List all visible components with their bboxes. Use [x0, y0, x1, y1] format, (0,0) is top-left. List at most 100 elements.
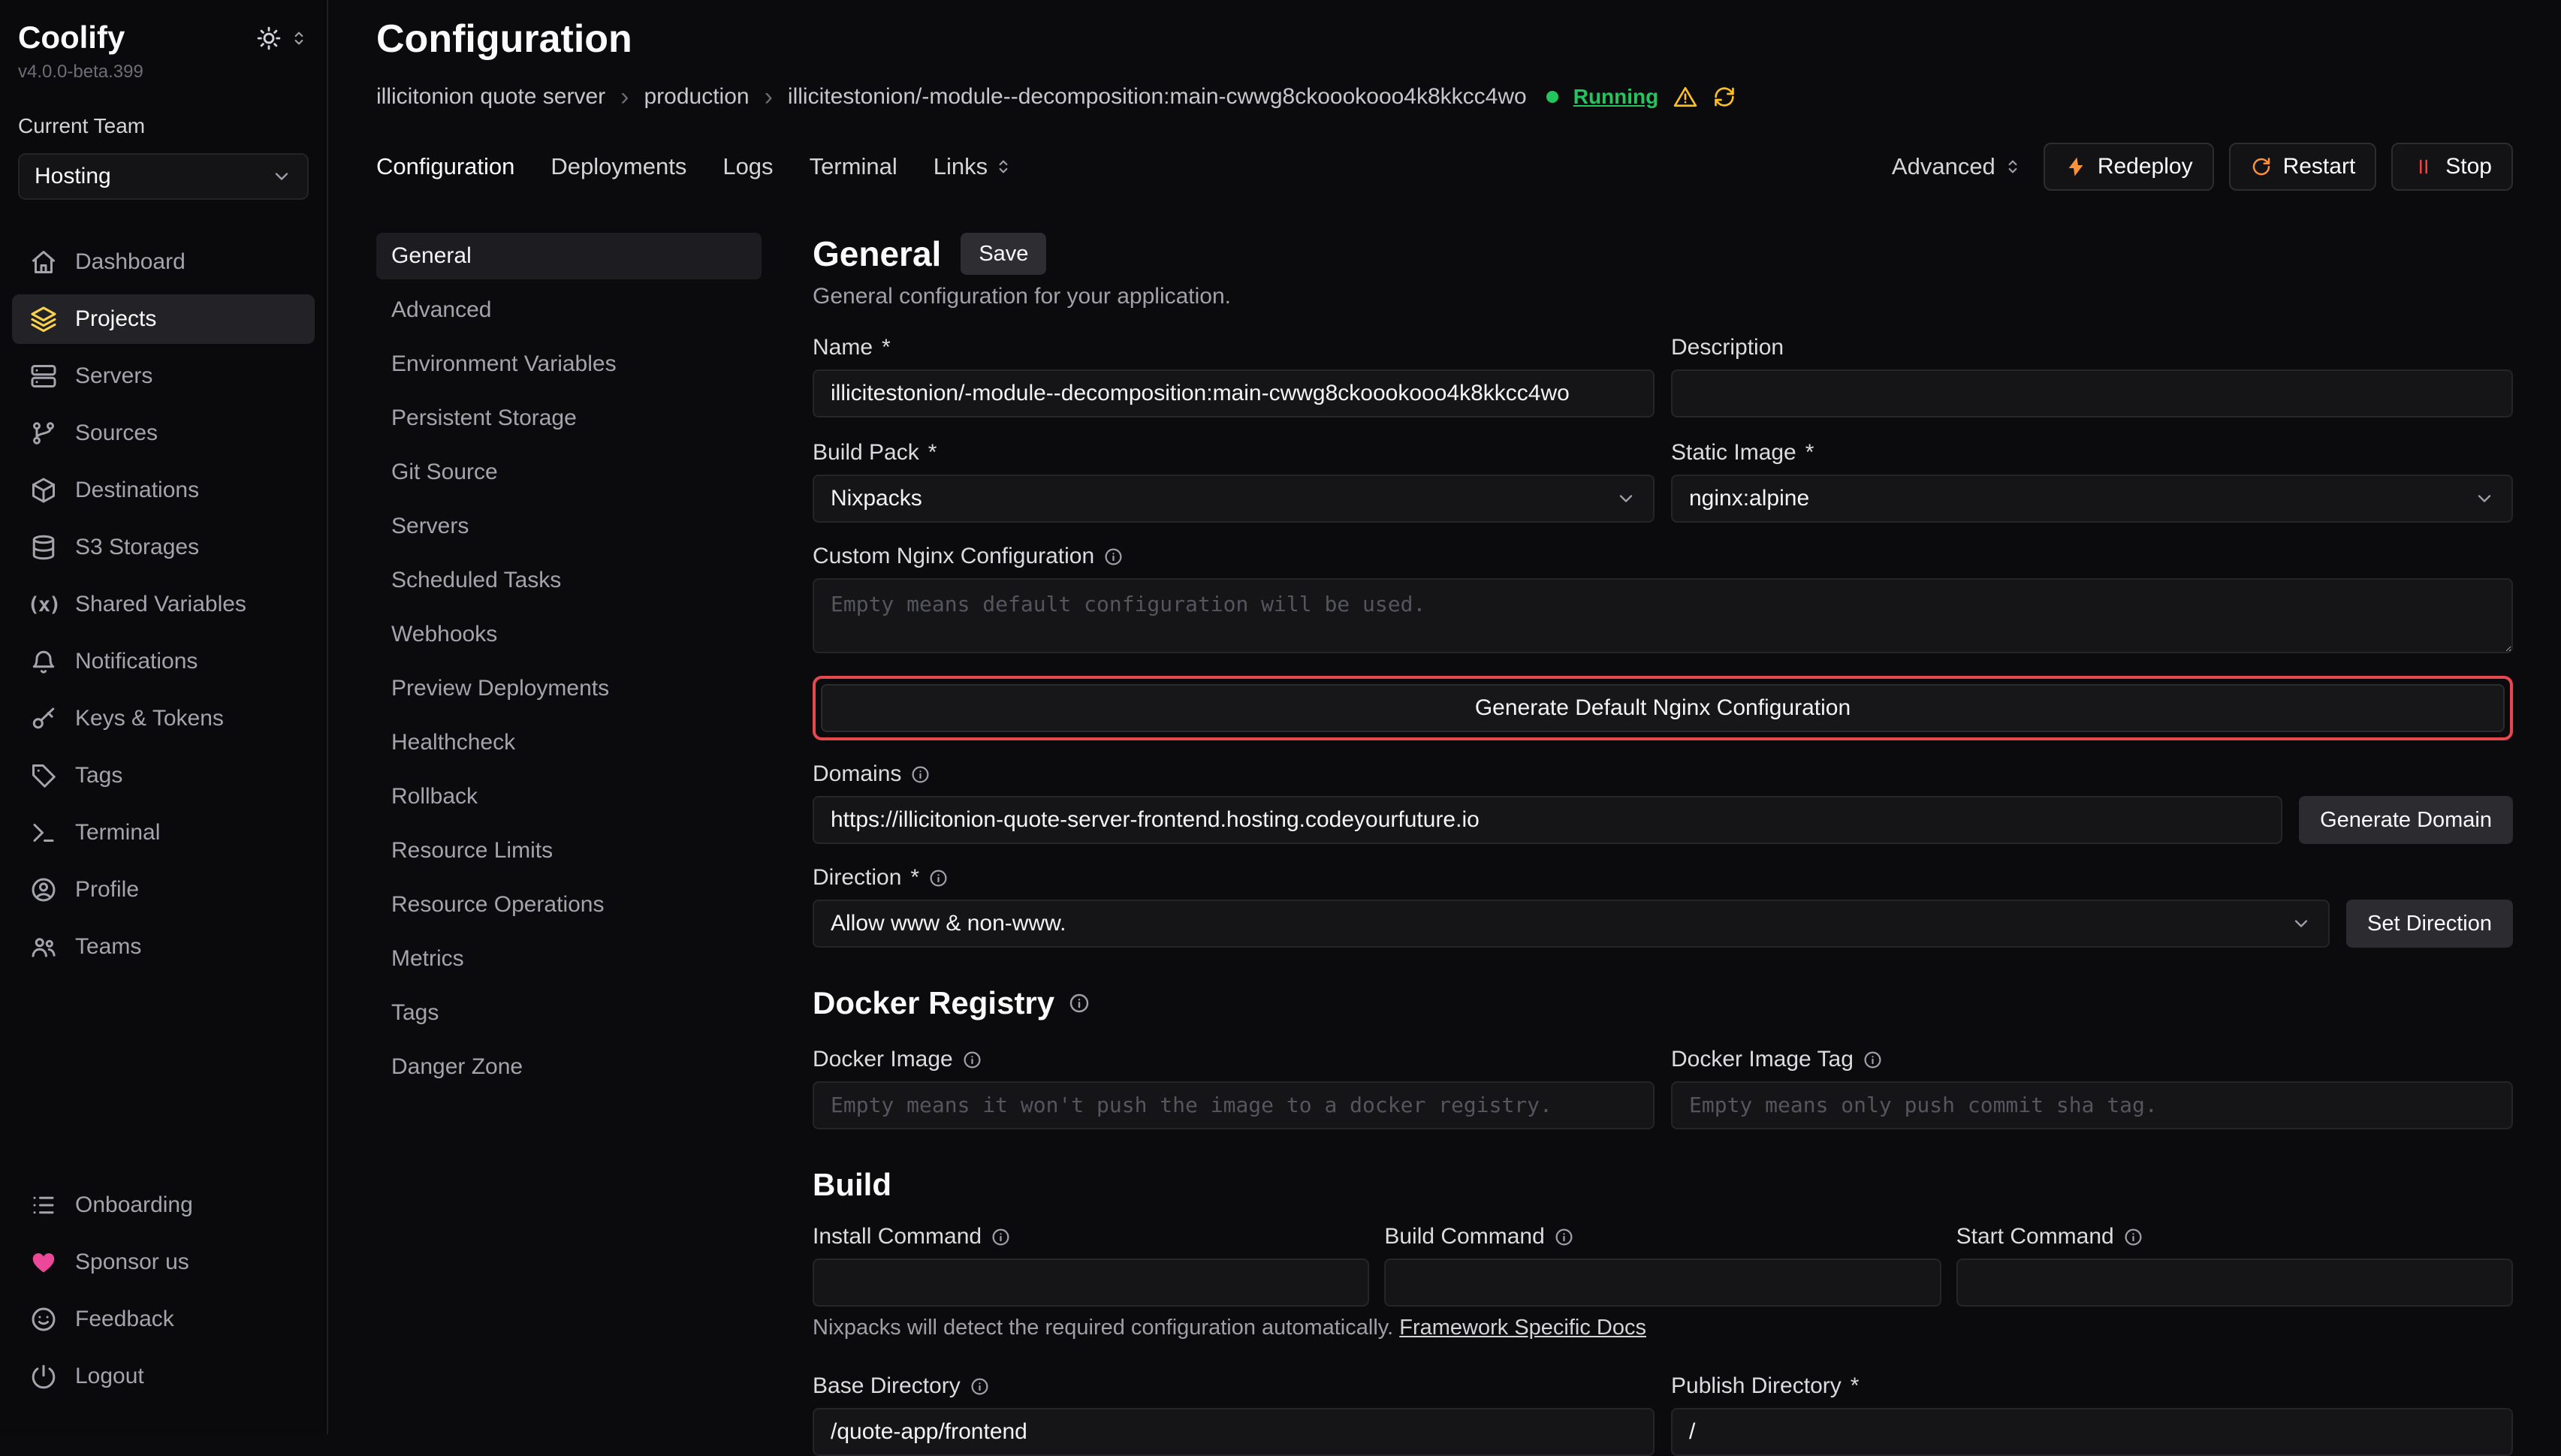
- save-button[interactable]: Save: [961, 233, 1046, 275]
- sidebar-item-label: Sources: [75, 421, 158, 446]
- direction-select[interactable]: Allow www & non-www.: [813, 900, 2330, 948]
- subnav-item-scheduled-tasks[interactable]: Scheduled Tasks: [376, 557, 762, 604]
- description-input[interactable]: [1671, 369, 2513, 418]
- info-icon[interactable]: [962, 1050, 982, 1070]
- subnav-item-danger-zone[interactable]: Danger Zone: [376, 1044, 762, 1090]
- sidebar-nav: Dashboard Projects Servers Sources Destinati…: [0, 237, 327, 1180]
- sidebar-item-onboarding[interactable]: Onboarding: [12, 1180, 315, 1230]
- sidebar-item-label: Feedback: [75, 1307, 174, 1332]
- sidebar-item-sponsor-us[interactable]: Sponsor us: [12, 1237, 315, 1287]
- feedback-icon: [30, 1306, 57, 1333]
- sidebar-item-profile[interactable]: Profile: [12, 865, 315, 915]
- tab-logs[interactable]: Logs: [722, 153, 773, 180]
- base-directory-input[interactable]: [813, 1408, 1655, 1456]
- sidebar-item-s3-storages[interactable]: S3 Storages: [12, 523, 315, 572]
- info-icon[interactable]: [991, 1227, 1011, 1247]
- tab-terminal[interactable]: Terminal: [810, 153, 897, 180]
- static-image-label: Static Image*: [1671, 440, 2513, 466]
- warning-icon[interactable]: [1673, 85, 1697, 109]
- breadcrumb-item[interactable]: production: [644, 84, 749, 110]
- subnav-item-metrics[interactable]: Metrics: [376, 936, 762, 982]
- subnav-item-servers[interactable]: Servers: [376, 503, 762, 550]
- sidebar-item-tags[interactable]: Tags: [12, 751, 315, 800]
- subnav-item-resource-operations[interactable]: Resource Operations: [376, 882, 762, 928]
- static-image-select[interactable]: nginx:alpine: [1671, 475, 2513, 523]
- info-icon[interactable]: [1068, 992, 1090, 1014]
- build-pack-label: Build Pack*: [813, 440, 1655, 466]
- restart-icon: [2250, 155, 2273, 178]
- info-icon[interactable]: [928, 868, 949, 888]
- subnav-item-healthcheck[interactable]: Healthcheck: [376, 719, 762, 766]
- sidebar-item-teams[interactable]: Teams: [12, 922, 315, 972]
- version-chevrons-icon[interactable]: [289, 29, 309, 48]
- required-asterisk: *: [910, 865, 919, 891]
- current-team-label: Current Team: [18, 114, 309, 138]
- install-command-input[interactable]: [813, 1259, 1369, 1307]
- info-icon[interactable]: [1863, 1050, 1883, 1070]
- redeploy-button[interactable]: Redeploy: [2044, 143, 2214, 191]
- sidebar-item-shared-variables[interactable]: (x)Shared Variables: [12, 580, 315, 629]
- layers-icon: [30, 306, 57, 333]
- generate-nginx-config-button[interactable]: Generate Default Nginx Configuration: [821, 684, 2505, 732]
- generate-domain-button[interactable]: Generate Domain: [2299, 796, 2513, 844]
- info-icon[interactable]: [910, 764, 931, 785]
- sidebar-item-terminal[interactable]: Terminal: [12, 808, 315, 858]
- sidebar-item-destinations[interactable]: Destinations: [12, 466, 315, 515]
- status-running-link[interactable]: Running: [1573, 85, 1659, 109]
- content: General Advanced Environment Variables Pers…: [376, 233, 2513, 1434]
- sidebar-item-dashboard[interactable]: Dashboard: [12, 237, 315, 287]
- advanced-dropdown[interactable]: Advanced: [1892, 153, 2023, 180]
- framework-docs-link[interactable]: Framework Specific Docs: [1399, 1316, 1646, 1340]
- publish-directory-input[interactable]: [1671, 1408, 2513, 1456]
- breadcrumb-separator: ›: [765, 84, 773, 110]
- subnav-item-resource-limits[interactable]: Resource Limits: [376, 827, 762, 874]
- sidebar-item-label: Onboarding: [75, 1192, 193, 1218]
- restart-button[interactable]: Restart: [2229, 143, 2377, 191]
- subnav-item-preview-deployments[interactable]: Preview Deployments: [376, 665, 762, 712]
- domains-input[interactable]: [813, 796, 2282, 844]
- subnav-item-persistent-storage[interactable]: Persistent Storage: [376, 395, 762, 442]
- stop-button[interactable]: Stop: [2391, 143, 2513, 191]
- breadcrumb-item[interactable]: illicitonion quote server: [376, 84, 605, 110]
- subnav-item-tags[interactable]: Tags: [376, 990, 762, 1036]
- tab-links[interactable]: Links: [934, 153, 1013, 180]
- subnav-item-advanced[interactable]: Advanced: [376, 287, 762, 333]
- sync-icon[interactable]: [1712, 85, 1736, 109]
- subnav-item-git-source[interactable]: Git Source: [376, 449, 762, 496]
- subnav-item-webhooks[interactable]: Webhooks: [376, 611, 762, 658]
- terminal-icon: [30, 819, 57, 846]
- sidebar-item-servers[interactable]: Servers: [12, 351, 315, 401]
- set-direction-button[interactable]: Set Direction: [2346, 900, 2513, 948]
- info-icon[interactable]: [1103, 547, 1124, 567]
- sidebar-item-keys-tokens[interactable]: Keys & Tokens: [12, 694, 315, 743]
- info-icon[interactable]: [970, 1376, 990, 1397]
- docker-image-input[interactable]: [813, 1081, 1655, 1129]
- theme-toggle-icon[interactable]: [256, 26, 282, 51]
- start-command-input[interactable]: [1956, 1259, 2513, 1307]
- team-select[interactable]: Hosting: [18, 153, 309, 200]
- build-pack-select[interactable]: Nixpacks: [813, 475, 1655, 523]
- info-icon[interactable]: [2123, 1227, 2143, 1247]
- publish-directory-label: Publish Directory*: [1671, 1373, 2513, 1399]
- info-icon[interactable]: [1554, 1227, 1574, 1247]
- app-title: Coolify: [18, 20, 125, 56]
- build-command-input[interactable]: [1384, 1259, 1941, 1307]
- sidebar-header: Coolify v4.0.0-beta.399: [0, 0, 327, 83]
- sidebar-item-logout[interactable]: Logout: [12, 1352, 315, 1401]
- sidebar-item-sources[interactable]: Sources: [12, 408, 315, 458]
- subnav-item-rollback[interactable]: Rollback: [376, 773, 762, 820]
- sidebar-item-feedback[interactable]: Feedback: [12, 1295, 315, 1344]
- docker-image-tag-input[interactable]: [1671, 1081, 2513, 1129]
- tab-deployments[interactable]: Deployments: [551, 153, 686, 180]
- required-asterisk: *: [1851, 1373, 1860, 1399]
- sidebar-item-label: Profile: [75, 877, 139, 903]
- heart-icon: [30, 1249, 57, 1276]
- breadcrumb-item[interactable]: illicitestonion/-module--decomposition:m…: [788, 84, 1527, 110]
- sidebar-item-projects[interactable]: Projects: [12, 294, 315, 344]
- subnav-item-environment-variables[interactable]: Environment Variables: [376, 341, 762, 387]
- name-input[interactable]: [813, 369, 1655, 418]
- subnav-item-general[interactable]: General: [376, 233, 762, 279]
- nginx-config-textarea[interactable]: [813, 578, 2513, 653]
- tab-configuration[interactable]: Configuration: [376, 153, 514, 180]
- sidebar-item-notifications[interactable]: Notifications: [12, 637, 315, 686]
